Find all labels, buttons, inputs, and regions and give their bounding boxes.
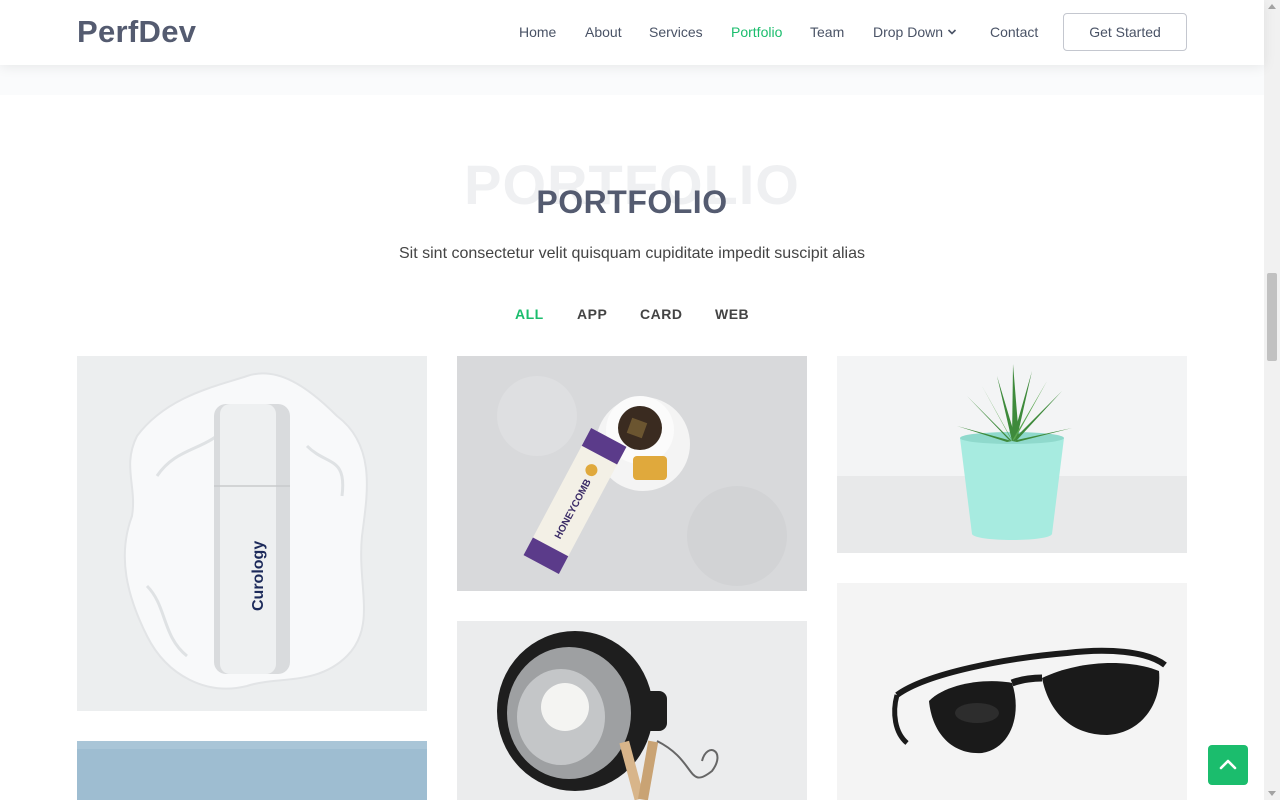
portfolio-item-plant[interactable]: [837, 356, 1187, 553]
scroll-down-arrow-icon[interactable]: [1268, 791, 1276, 796]
nav-services[interactable]: Services: [649, 24, 703, 40]
nav-dropdown[interactable]: Drop Down: [873, 24, 957, 40]
nav-home[interactable]: Home: [519, 24, 556, 40]
get-started-button[interactable]: Get Started: [1063, 13, 1187, 51]
desk-lamp-image: [457, 621, 807, 800]
portfolio-item-sunglasses[interactable]: [837, 583, 1187, 800]
portfolio-item-tea[interactable]: HONEYCOMB: [457, 356, 807, 591]
section-separator: [0, 65, 1264, 95]
back-to-top-button[interactable]: [1208, 745, 1248, 785]
site-header: PerfDev Home About Services Portfolio Te…: [0, 0, 1264, 65]
nav-portfolio[interactable]: Portfolio: [731, 24, 782, 40]
chevron-up-icon: [1219, 759, 1237, 770]
filter-card[interactable]: CARD: [640, 306, 682, 322]
filter-all[interactable]: ALL: [515, 306, 544, 322]
chevron-down-icon: [947, 29, 957, 35]
scroll-up-arrow-icon[interactable]: [1268, 4, 1276, 9]
section-subtitle: Sit sint consectetur velit quisquam cupi…: [399, 245, 865, 262]
curology-brand-text: Curology: [250, 541, 267, 611]
sunglasses-image: [837, 583, 1187, 800]
site-logo[interactable]: PerfDev: [77, 14, 196, 50]
tea-honeycomb-image: HONEYCOMB: [457, 356, 807, 591]
portfolio-item-bottle[interactable]: Curology: [77, 356, 427, 711]
bottle-image: Curology: [77, 356, 427, 711]
filter-web[interactable]: WEB: [715, 306, 749, 322]
nav-contact[interactable]: Contact: [990, 24, 1038, 40]
succulent-image: [837, 356, 1187, 553]
nav-team[interactable]: Team: [810, 24, 844, 40]
section-title: PORTFOLIO: [536, 184, 728, 220]
nav-dropdown-label: Drop Down: [873, 24, 944, 40]
nav-about[interactable]: About: [585, 24, 622, 40]
scrollbar-thumb[interactable]: [1267, 273, 1277, 361]
portfolio-item-lamp[interactable]: [457, 621, 807, 800]
blue-background-image: [77, 741, 427, 800]
portfolio-item-blue[interactable]: [77, 741, 427, 800]
filter-app[interactable]: APP: [577, 306, 607, 322]
page-scrollbar[interactable]: [1264, 0, 1280, 800]
